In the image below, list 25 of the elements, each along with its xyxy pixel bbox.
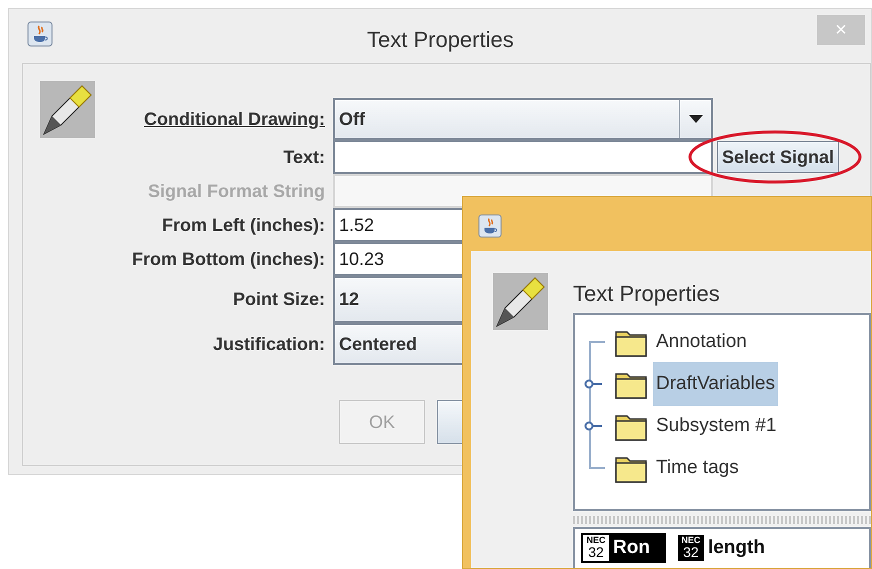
expand-handle-icon[interactable] (584, 421, 602, 431)
field-label: Text: (282, 146, 326, 168)
type-badge: NEC 32 (678, 535, 704, 561)
field-label: Signal Format String (146, 180, 326, 203)
field-label: From Left (inches): (160, 214, 326, 237)
type-badge: NEC 32 (583, 535, 609, 561)
input-field[interactable] (333, 140, 713, 174)
pencil-icon (493, 273, 548, 330)
java-cup-icon (27, 21, 53, 47)
dialog-heading: Text Properties (573, 280, 720, 308)
dropdown[interactable]: Off (333, 98, 713, 140)
tree-item[interactable]: Annotation (653, 320, 750, 364)
field-label: From Bottom (inches): (131, 248, 326, 271)
field-label: Point Size: (232, 288, 326, 311)
tree-item[interactable]: Time tags (653, 446, 742, 490)
tree-item[interactable]: Subsystem #1 (653, 404, 780, 448)
expand-handle-icon[interactable] (584, 379, 602, 389)
pencil-icon (40, 81, 95, 138)
java-cup-icon (478, 214, 502, 238)
field-label: Justification: (212, 332, 326, 356)
field-label: Conditional Drawing: (143, 108, 326, 131)
tree-item[interactable]: DraftVariables (653, 362, 778, 406)
select-signal-button[interactable]: Select Signal (717, 141, 840, 173)
dropdown-arrow-icon (688, 115, 702, 123)
window-title: Text Properties (367, 26, 514, 54)
